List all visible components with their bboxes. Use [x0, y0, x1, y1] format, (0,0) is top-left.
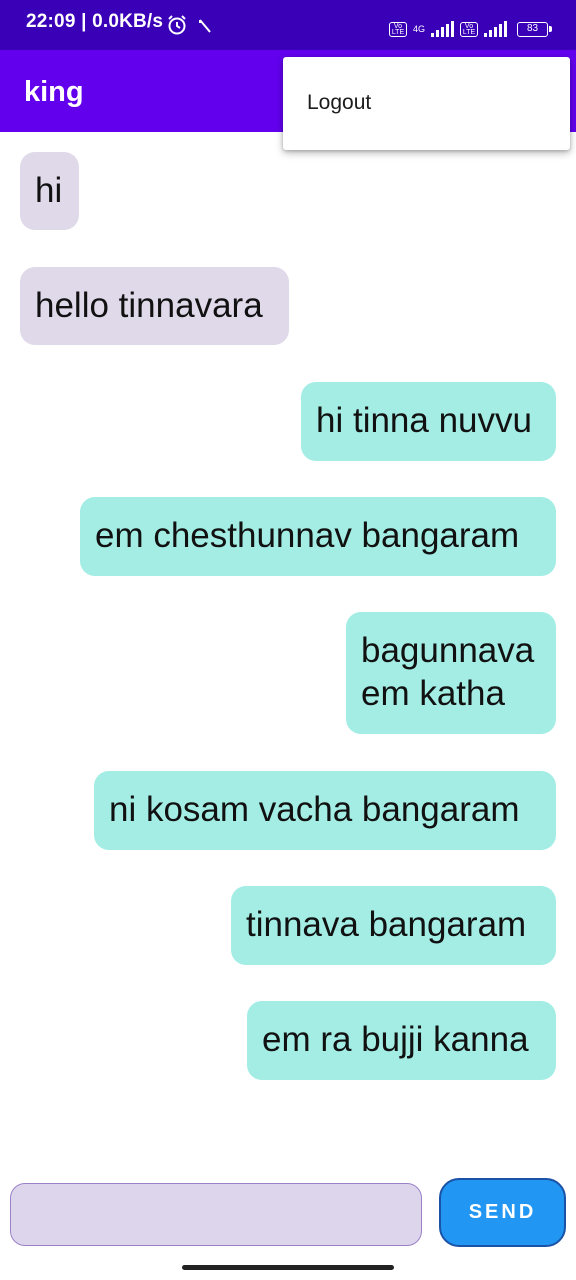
- message-outgoing: bagunnava em katha: [346, 612, 556, 734]
- message-incoming: hello tinnavara: [20, 267, 289, 345]
- nfc-icon: [198, 18, 212, 39]
- battery-level: 83: [526, 22, 539, 34]
- chat-title: king: [24, 76, 84, 108]
- network-type: 4G: [412, 23, 425, 34]
- message-incoming: hi: [20, 152, 79, 230]
- status-time: 22:09 | 0.0KB/s: [26, 11, 164, 32]
- message-outgoing: em ra bujji kanna: [247, 1001, 556, 1080]
- message-outgoing: ni kosam vacha bangaram: [94, 771, 556, 850]
- volte-icon: Vo LTE: [388, 21, 407, 37]
- battery-icon: 83: [517, 21, 552, 37]
- home-indicator[interactable]: [182, 1265, 394, 1270]
- message-outgoing: em chesthunnav bangaram: [80, 497, 556, 576]
- message-list[interactable]: hi hello tinnavara hi tinna nuvvu em che…: [0, 132, 576, 1162]
- send-button[interactable]: SEND: [439, 1178, 566, 1247]
- message-outgoing: tinnava bangaram: [231, 886, 556, 965]
- menu-item-logout[interactable]: Logout: [307, 91, 371, 115]
- volte-icon-2: Vo LTE: [460, 21, 478, 37]
- message-input[interactable]: [10, 1183, 422, 1246]
- alarm-icon: [166, 14, 188, 41]
- status-bar: 22:09 | 0.0KB/s Vo LTE 4G Vo LTE 83: [0, 0, 576, 50]
- signal-icon-2: [484, 21, 507, 37]
- signal-icon: [431, 21, 454, 37]
- message-outgoing: hi tinna nuvvu: [301, 382, 556, 461]
